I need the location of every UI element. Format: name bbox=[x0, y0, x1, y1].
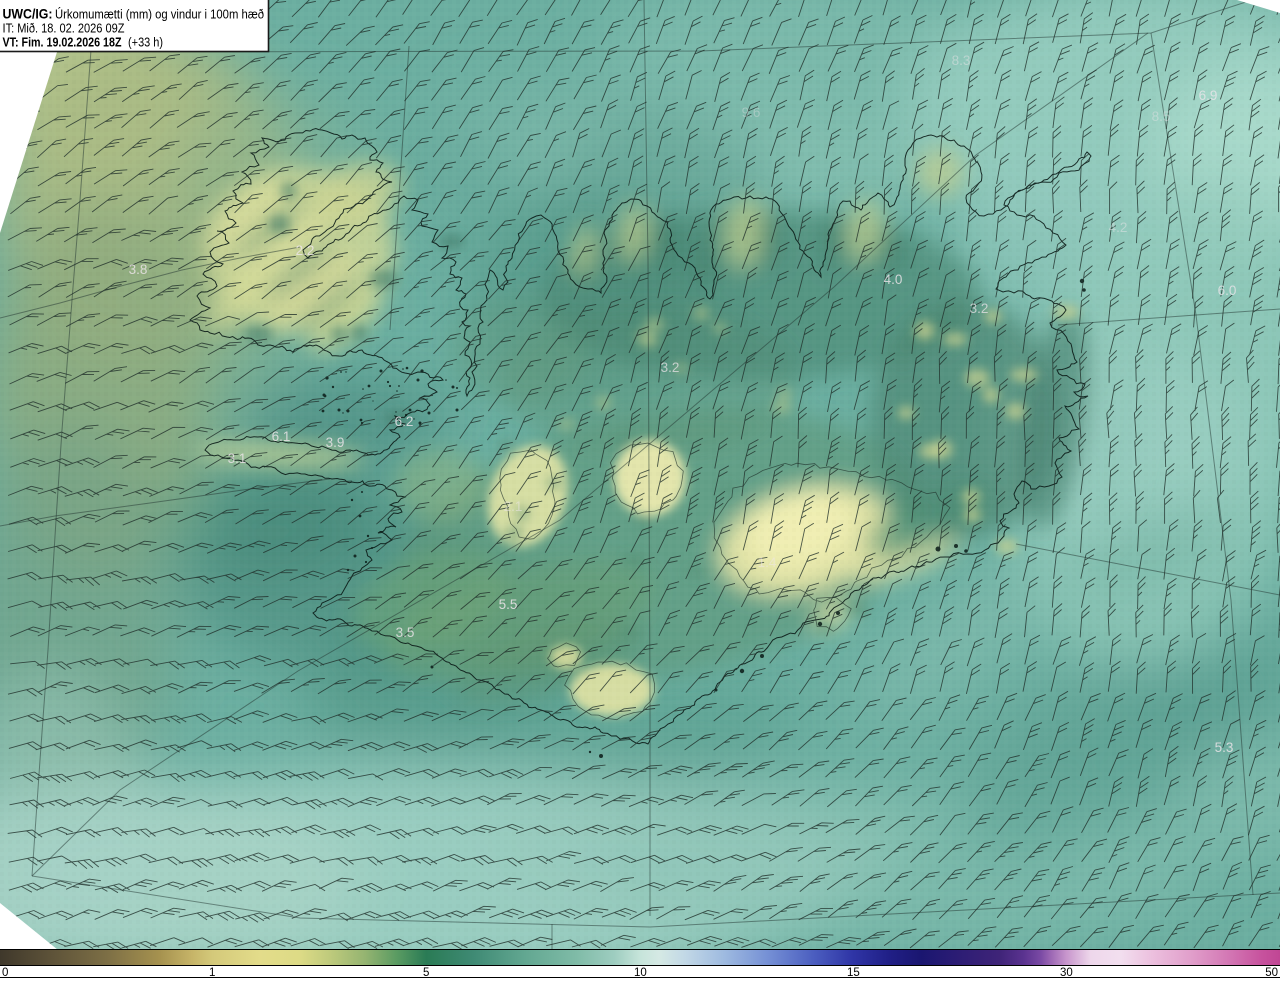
svg-text:30: 30 bbox=[1060, 967, 1073, 978]
svg-text:1: 1 bbox=[209, 967, 215, 978]
svg-text:3.5: 3.5 bbox=[396, 625, 415, 640]
svg-text:3.9: 3.9 bbox=[326, 435, 345, 450]
svg-text:3.2: 3.2 bbox=[970, 301, 989, 316]
svg-text:4.2: 4.2 bbox=[1109, 220, 1128, 235]
svg-text:5.3: 5.3 bbox=[1215, 740, 1234, 755]
svg-text:4.0: 4.0 bbox=[884, 272, 903, 287]
svg-text:6.2: 6.2 bbox=[395, 414, 414, 429]
svg-text:6.9: 6.9 bbox=[1199, 88, 1218, 103]
svg-text:15: 15 bbox=[847, 967, 860, 978]
svg-text:IT: Mið. 18. 02. 2026 09Z: IT: Mið. 18. 02. 2026 09Z bbox=[3, 21, 125, 36]
svg-text:6.1: 6.1 bbox=[272, 429, 291, 444]
svg-text:3.2: 3.2 bbox=[661, 360, 680, 375]
svg-text:2.2: 2.2 bbox=[296, 243, 315, 258]
svg-text:9.6: 9.6 bbox=[742, 105, 761, 120]
svg-text:5: 5 bbox=[423, 967, 429, 978]
svg-text:5.5: 5.5 bbox=[499, 597, 518, 612]
svg-text:8.5: 8.5 bbox=[1152, 109, 1171, 124]
svg-text:10: 10 bbox=[634, 967, 647, 978]
svg-text:8.3: 8.3 bbox=[952, 53, 971, 68]
svg-text:VT: Fim. 19.02.2026 18Z (+33 h: VT: Fim. 19.02.2026 18Z (+33 h) bbox=[3, 35, 164, 50]
svg-text:3.8: 3.8 bbox=[129, 262, 148, 277]
svg-text:2.1: 2.1 bbox=[504, 499, 523, 514]
svg-text:50: 50 bbox=[1265, 967, 1278, 978]
svg-text:3.1: 3.1 bbox=[228, 451, 247, 466]
svg-text:6.0: 6.0 bbox=[1218, 283, 1237, 298]
svg-text:0: 0 bbox=[2, 967, 8, 978]
svg-text:1.4: 1.4 bbox=[758, 555, 777, 570]
